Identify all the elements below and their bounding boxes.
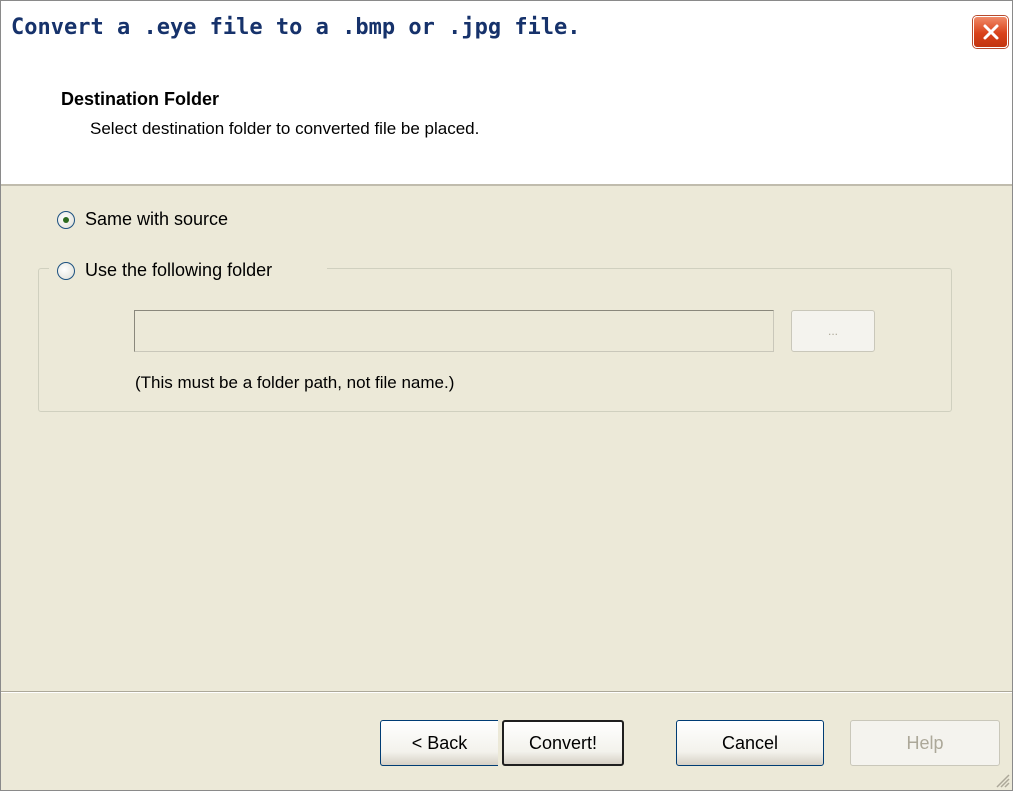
back-button[interactable]: < Back — [380, 720, 498, 766]
close-button[interactable] — [973, 16, 1008, 48]
close-icon — [983, 24, 998, 40]
browse-button[interactable]: ... — [791, 310, 875, 352]
same-with-source-option[interactable]: Same with source — [57, 209, 228, 230]
page-title: Destination Folder — [61, 89, 220, 109]
use-following-folder-option[interactable]: Use the following folder — [57, 260, 272, 281]
title-bar: Convert a .eye file to a .bmp or .jpg fi… — [1, 1, 1012, 85]
same-with-source-label: Same with source — [85, 209, 229, 229]
footer-divider — [1, 691, 1012, 693]
use-following-folder-label: Use the following folder — [85, 260, 273, 280]
radio-checked-icon[interactable] — [57, 210, 75, 229]
dialog-window: Convert a .eye file to a .bmp or .jpg fi… — [0, 0, 1013, 791]
convert-button[interactable]: Convert! — [502, 720, 624, 766]
page-subtitle: Select destination folder to converted f… — [90, 119, 480, 138]
cancel-button[interactable]: Cancel — [676, 720, 824, 766]
radio-unchecked-icon[interactable] — [57, 261, 75, 280]
size-grip-icon[interactable] — [992, 770, 1010, 788]
header-panel: Convert a .eye file to a .bmp or .jpg fi… — [1, 1, 1012, 186]
window-title: Convert a .eye file to a .bmp or .jpg fi… — [11, 15, 581, 40]
folder-path-input[interactable] — [134, 310, 774, 352]
help-button[interactable]: Help — [850, 720, 1000, 766]
folder-path-hint: (This must be a folder path, not file na… — [135, 373, 455, 392]
